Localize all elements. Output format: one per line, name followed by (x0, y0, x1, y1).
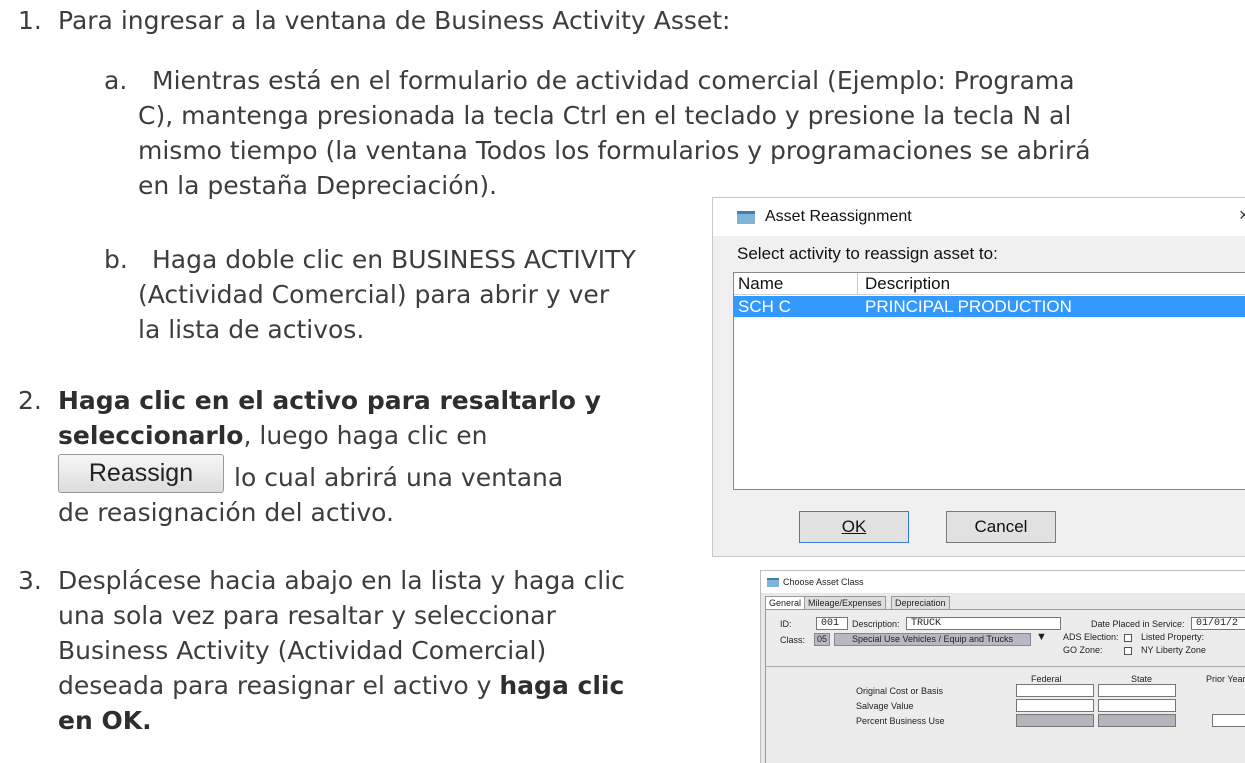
percent-business-use-federal-field (1016, 714, 1094, 727)
step-2-bold-line-1: Haga clic en el activo para resaltarlo y (58, 386, 601, 415)
original-cost-federal-field[interactable] (1016, 684, 1094, 697)
cac-title: Choose Asset Class (783, 577, 864, 587)
ny-liberty-zone-label: NY Liberty Zone (1141, 645, 1206, 655)
class-description[interactable]: Special Use Vehicles / Equip and Trucks (834, 633, 1031, 646)
cac-body: ID: 001 Description: TRUCK Date Placed i… (765, 609, 1245, 763)
column-header-name[interactable]: Name (738, 274, 783, 294)
step-3-line-4-bold: haga clic (499, 671, 625, 700)
percent-business-use-prior-field[interactable] (1212, 714, 1245, 727)
step-2-bold-line-2: seleccionarlo (58, 421, 244, 450)
id-label: ID: (780, 619, 792, 629)
ads-election-label: ADS Election: (1063, 632, 1119, 642)
list-header: Name Description (734, 273, 1245, 295)
row-name: SCH C (738, 297, 791, 316)
step-3-line-4: deseada para reasignar el activo y haga … (58, 669, 624, 703)
column-prior-year: Prior Year (1206, 674, 1245, 684)
date-placed-field[interactable]: 01/01/2 (1191, 617, 1245, 630)
column-state: State (1131, 674, 1153, 684)
step-1a-line-1: Mientras está en el formulario de activi… (152, 66, 1075, 95)
original-cost-state-field[interactable] (1098, 684, 1176, 697)
dialog-prompt: Select activity to reassign asset to: (737, 244, 998, 263)
close-icon[interactable]: × (1239, 205, 1245, 226)
step-1a-line-2: C), mantenga presionada la tecla Ctrl en… (138, 101, 1072, 130)
class-code: 05 (814, 633, 830, 646)
cancel-button-label: Cancel (974, 517, 1028, 536)
ok-button[interactable]: OK (799, 511, 909, 543)
section-divider (766, 666, 1245, 667)
tab-depreciation[interactable]: Depreciation (891, 596, 950, 610)
window-icon (767, 578, 779, 587)
date-placed-label: Date Placed in Service: (1091, 619, 1185, 629)
step-2-line-4: de reasignación del activo. (58, 498, 394, 527)
go-zone-label: GO Zone: (1063, 645, 1103, 655)
tab-mileage-expenses[interactable]: Mileage/Expenses (804, 596, 886, 610)
row-percent-business-use-label: Percent Business Use (856, 716, 945, 726)
step-3-line-1: Desplácese hacia abajo en la lista y hag… (58, 566, 625, 595)
column-header-description[interactable]: Description (865, 274, 950, 294)
reassign-button[interactable]: Reassign (58, 454, 224, 493)
tab-general[interactable]: General (765, 596, 806, 610)
id-field[interactable]: 001 (816, 617, 848, 630)
column-divider[interactable] (857, 273, 858, 295)
cancel-button[interactable]: Cancel (946, 511, 1056, 543)
class-label: Class: (780, 635, 806, 645)
row-description: PRINCIPAL PRODUCTION (865, 297, 1072, 316)
percent-business-use-state-field (1098, 714, 1176, 727)
step-2-line-2: seleccionarlo, luego haga clic en (58, 419, 488, 453)
step-1-text: Para ingresar a la ventana de Business A… (58, 6, 731, 35)
step-3-line-4-text: deseada para reasignar el activo y (58, 671, 500, 700)
step-1b-line-1: Haga doble clic en BUSINESS ACTIVITY (152, 245, 636, 274)
step-3-line-5-bold: en OK. (58, 706, 152, 735)
description-field[interactable]: TRUCK (906, 617, 1061, 630)
salvage-value-federal-field[interactable] (1016, 699, 1094, 712)
go-zone-checkbox[interactable] (1124, 647, 1132, 655)
salvage-value-state-field[interactable] (1098, 699, 1176, 712)
step-1b-letter: b. (104, 245, 128, 274)
cac-title-bar: Choose Asset Class (761, 571, 1245, 593)
dialog-title: Asset Reassignment (765, 208, 912, 225)
column-federal: Federal (1031, 674, 1062, 684)
chevron-down-icon[interactable]: ▼ (1036, 631, 1047, 643)
step-1a-line-4: en la pestaña Depreciación). (138, 171, 498, 200)
step-1-number: 1. (18, 6, 42, 35)
description-label: Description: (852, 619, 900, 629)
asset-reassignment-dialog: Asset Reassignment × Select activity to … (712, 197, 1245, 557)
step-2-after-button: lo cual abrirá una ventana (234, 463, 564, 492)
step-2-line-2-rest: , luego haga clic en (243, 421, 488, 450)
row-salvage-value-label: Salvage Value (856, 701, 914, 711)
choose-asset-class-window: Choose Asset Class General Mileage/Expen… (760, 570, 1245, 763)
step-1a-line-3: mismo tiempo (la ventana Todos los formu… (138, 136, 1091, 165)
activity-list[interactable]: Name Description SCH C PRINCIPAL PRODUCT… (733, 272, 1245, 490)
row-original-cost-label: Original Cost or Basis (856, 686, 944, 696)
step-3-line-3: Business Activity (Actividad Comercial) (58, 636, 547, 665)
dialog-title-bar: Asset Reassignment × (713, 198, 1245, 236)
step-1a-letter: a. (104, 66, 128, 95)
step-3-number: 3. (18, 566, 42, 595)
ok-button-label: OK (841, 517, 867, 536)
step-2-number: 2. (18, 386, 42, 415)
window-icon (737, 211, 755, 224)
list-row-selected[interactable]: SCH C PRINCIPAL PRODUCTION (734, 296, 1245, 317)
step-3-line-2: una sola vez para resaltar y seleccionar (58, 601, 556, 630)
listed-property-label: Listed Property: (1141, 632, 1205, 642)
step-1b-line-3: la lista de activos. (138, 315, 365, 344)
ads-election-checkbox[interactable] (1124, 634, 1132, 642)
step-1b-line-2: (Actividad Comercial) para abrir y ver (138, 280, 610, 309)
